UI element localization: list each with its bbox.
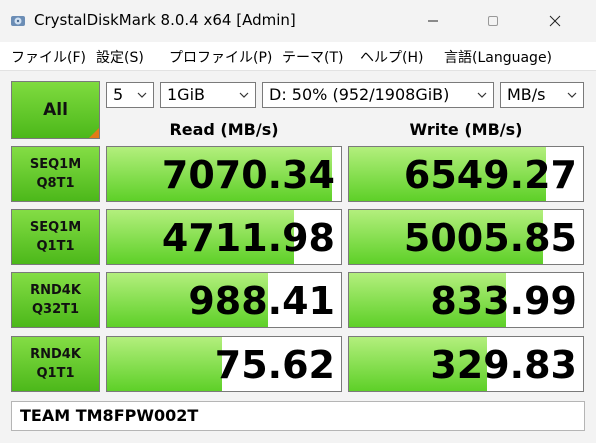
test-name-line1: SEQ1M: [29, 220, 82, 235]
result-read-cell: 75.62: [106, 336, 342, 392]
write-value: 833.99: [430, 279, 577, 323]
result-write-cell: 6549.27: [348, 146, 584, 202]
write-value: 6549.27: [403, 153, 577, 197]
write-value: 329.83: [430, 343, 577, 387]
result-write-cell: 5005.85: [348, 209, 584, 265]
read-value: 75.62: [214, 343, 335, 387]
result-read-cell: 7070.34: [106, 146, 342, 202]
test-name-line2: Q32T1: [31, 302, 80, 317]
test-rnd4k-q1t1-button[interactable]: RND4K Q1T1: [11, 336, 100, 392]
menu-language[interactable]: 言語(Language): [444, 47, 552, 67]
test-name-line2: Q8T1: [36, 176, 75, 191]
menu-settings[interactable]: 設定(S): [96, 47, 144, 67]
close-button[interactable]: [532, 0, 578, 42]
test-name-line1: SEQ1M: [29, 157, 82, 172]
menu-bar: ファイル(F) 設定(S) プロファイル(P) テーマ(T) ヘルプ(H) 言語…: [0, 42, 596, 71]
close-icon: [549, 15, 561, 27]
drive-value: D: 50% (952/1908GiB): [269, 85, 450, 104]
test-name-line1: RND4K: [30, 283, 81, 298]
minimize-icon: [428, 20, 438, 22]
app-disk-icon: [11, 16, 25, 26]
chevron-down-icon: [137, 92, 147, 98]
chevron-down-icon: [477, 92, 487, 98]
run-all-button[interactable]: All: [11, 81, 100, 139]
maximize-button[interactable]: [470, 0, 516, 42]
read-value: 988.41: [188, 279, 335, 323]
test-size-value: 1GiB: [167, 85, 205, 104]
corner-marker-icon: [89, 128, 99, 138]
title-bar[interactable]: CrystalDiskMark 8.0.4 x64 [Admin]: [0, 0, 596, 42]
menu-help[interactable]: ヘルプ(H): [360, 47, 423, 67]
write-header: Write (MB/s): [409, 120, 523, 139]
test-name-line2: Q1T1: [36, 239, 75, 254]
menu-file[interactable]: ファイル(F): [11, 47, 86, 67]
drive-select[interactable]: D: 50% (952/1908GiB): [262, 82, 494, 108]
chevron-down-icon: [567, 92, 577, 98]
test-seq1m-q1t1-button[interactable]: SEQ1M Q1T1: [11, 209, 100, 265]
read-progress-bar: [107, 337, 222, 391]
minimize-button[interactable]: [410, 0, 456, 42]
test-seq1m-q8t1-button[interactable]: SEQ1M Q8T1: [11, 146, 100, 202]
test-count-select[interactable]: 5: [106, 82, 154, 108]
write-value: 5005.85: [403, 216, 577, 260]
menu-profile[interactable]: プロファイル(P): [169, 47, 272, 67]
run-all-label: All: [43, 100, 68, 120]
test-count-value: 5: [113, 85, 124, 104]
result-read-cell: 988.41: [106, 272, 342, 328]
read-value: 7070.34: [161, 153, 335, 197]
chevron-down-icon: [239, 92, 249, 98]
test-name-line2: Q1T1: [36, 366, 75, 381]
read-header: Read (MB/s): [169, 120, 279, 139]
unit-select[interactable]: MB/s: [500, 82, 584, 108]
test-size-select[interactable]: 1GiB: [160, 82, 256, 108]
comment-field[interactable]: TEAM TM8FPW002T: [11, 401, 585, 431]
window-title: CrystalDiskMark 8.0.4 x64 [Admin]: [34, 11, 296, 29]
read-value: 4711.98: [161, 216, 335, 260]
maximize-icon: [488, 16, 498, 26]
menu-theme[interactable]: テーマ(T): [282, 47, 343, 67]
result-write-cell: 329.83: [348, 336, 584, 392]
result-read-cell: 4711.98: [106, 209, 342, 265]
test-rnd4k-q32t1-button[interactable]: RND4K Q32T1: [11, 272, 100, 328]
result-write-cell: 833.99: [348, 272, 584, 328]
unit-value: MB/s: [507, 85, 546, 104]
test-name-line1: RND4K: [30, 347, 81, 362]
